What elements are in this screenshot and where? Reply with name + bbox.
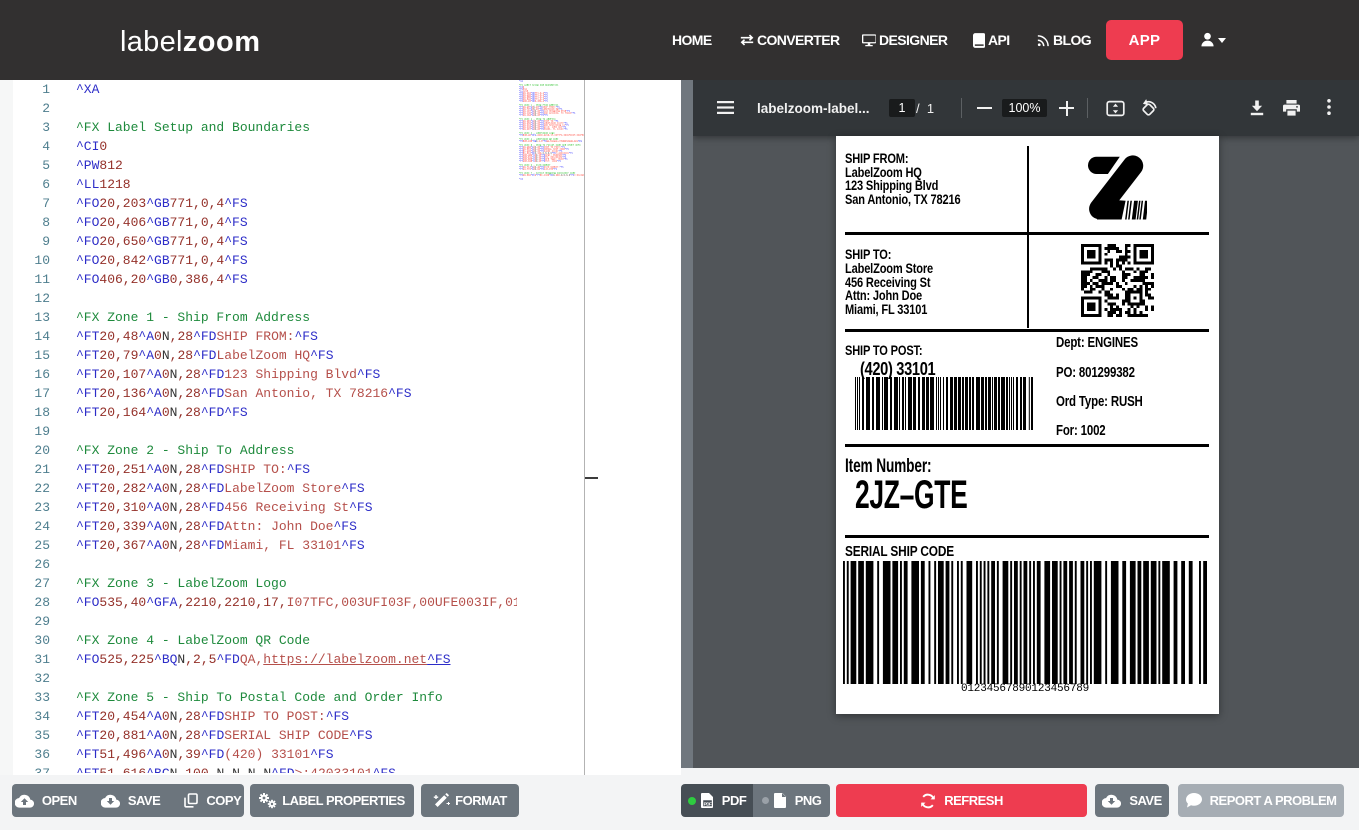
svg-text:PDF: PDF [703,801,711,806]
